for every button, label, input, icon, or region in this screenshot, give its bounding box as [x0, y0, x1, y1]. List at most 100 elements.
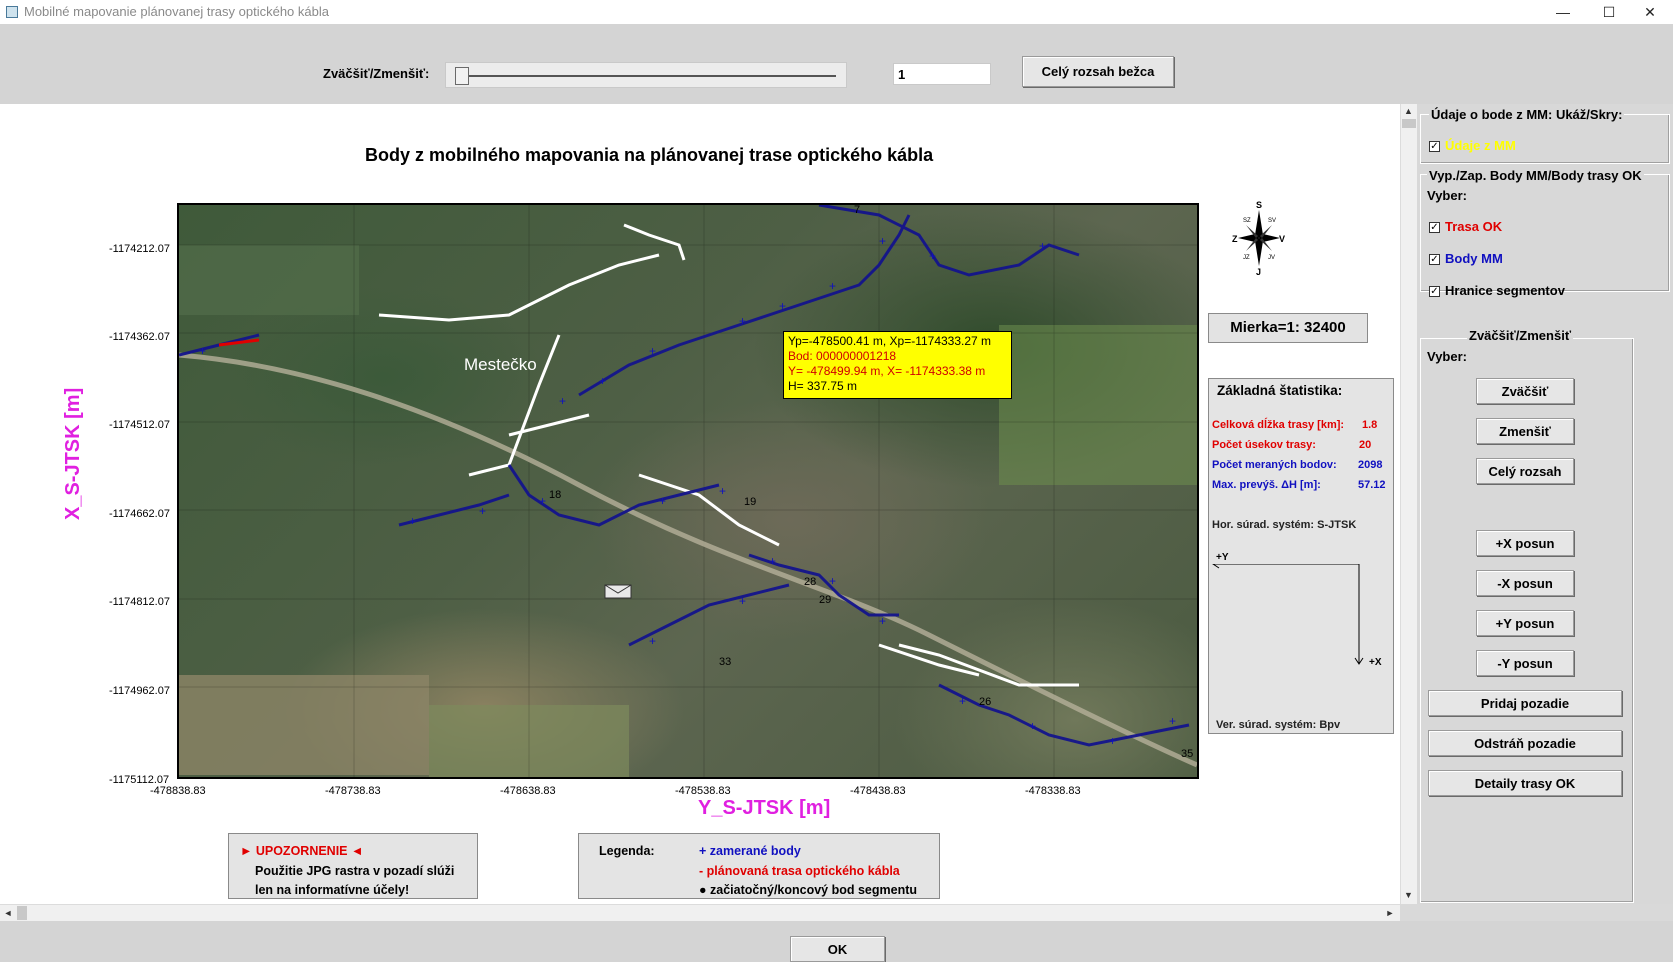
warning-box: ► UPOZORNENIE ◄ Použitie JPG rastra v po…	[228, 833, 478, 899]
stats-segments-label: Počet úsekov trasy:	[1212, 439, 1316, 451]
full-range-button[interactable]: Celý rozsah	[1476, 458, 1574, 484]
svg-text:+: +	[879, 614, 886, 628]
x-axis-label: Y_S-JTSK [m]	[698, 797, 831, 819]
zoom-out-button[interactable]: Zmenšiť	[1476, 418, 1574, 444]
checkbox-mm-data[interactable]: ✓	[1429, 141, 1440, 152]
toggle-select-label: Vyber:	[1427, 188, 1467, 203]
horizontal-scroll-thumb[interactable]	[17, 906, 27, 920]
stats-length-label: Celková dĺžka trasy [km]:	[1212, 419, 1345, 431]
svg-text:+: +	[649, 344, 656, 358]
compass-rose-icon: S J Z V SZ SV JZ JV	[1232, 200, 1286, 276]
svg-text:+: +	[1029, 719, 1036, 733]
compass-north: S	[1256, 200, 1262, 210]
checkbox-mm-data-label: Údaje z MM	[1445, 138, 1516, 153]
svg-text:+: +	[719, 484, 726, 498]
warning-line: len na informatívne účely!	[255, 883, 410, 897]
tooltip-line: Yp=-478500.41 m, Xp=-1174333.27 m	[788, 334, 992, 348]
x-tick: -478438.83	[850, 785, 906, 797]
scroll-up-arrow[interactable]: ▲	[1401, 106, 1416, 116]
stats-points-value: 2098	[1358, 459, 1383, 471]
checkbox-body-mm[interactable]: ✓	[1429, 254, 1440, 265]
vertical-scroll-thumb[interactable]	[1402, 119, 1416, 128]
statistics-panel: Základná štatistika: Celková dĺžka trasy…	[1208, 378, 1394, 734]
route-details-button[interactable]: Detaily trasy OK	[1428, 770, 1622, 796]
svg-text:+: +	[1039, 239, 1046, 253]
legend-title: Legenda:	[599, 844, 655, 858]
zoom-value-input[interactable]	[893, 63, 991, 85]
scroll-right-arrow[interactable]: ►	[1385, 908, 1395, 918]
zoom-select-label: Vyber:	[1427, 349, 1467, 364]
x-tick: -478738.83	[325, 785, 381, 797]
checkbox-body-mm-label: Body MM	[1445, 251, 1503, 266]
point-info-tooltip: Yp=-478500.41 m, Xp=-1174333.27 m Bod: 0…	[783, 331, 1012, 399]
minus-y-shift-button[interactable]: -Y posun	[1476, 650, 1574, 676]
stats-ver-system: Ver. súrad. systém: Bpv	[1216, 719, 1341, 731]
plus-y-shift-button[interactable]: +Y posun	[1476, 610, 1574, 636]
segment-label: 19	[744, 496, 756, 508]
zoom-slider[interactable]	[445, 62, 847, 88]
svg-text:+: +	[739, 594, 746, 608]
point-data-title: Údaje o bode z MM: Ukáž/Skry:	[1429, 107, 1625, 122]
app-icon	[6, 6, 18, 18]
axis-x-label: +X	[1369, 657, 1382, 668]
y-tick: -1174962.07	[109, 685, 170, 697]
vertical-scrollbar[interactable]: ▲ ▼	[1400, 104, 1417, 904]
maximize-button[interactable]: ☐	[1586, 0, 1632, 24]
add-background-button[interactable]: Pridaj pozadie	[1428, 690, 1622, 716]
warning-title: ► UPOZORNENIE ◄	[240, 844, 364, 858]
segment-label: 29	[819, 594, 831, 606]
plot-title: Body z mobilného mapovania na plánovanej…	[365, 145, 934, 165]
minus-x-shift-button[interactable]: -X posun	[1476, 570, 1574, 596]
svg-text:+: +	[559, 394, 566, 408]
tooltip-line: H= 337.75 m	[788, 379, 858, 393]
map-plot-area[interactable]: + + + + + + + + + + + + + + + + + + + + + + + + Mestečko…	[177, 203, 1199, 779]
x-tick: -478638.83	[500, 785, 556, 797]
minimize-button[interactable]: —	[1540, 0, 1586, 24]
segment-label: 18	[549, 489, 561, 501]
horizontal-scrollbar[interactable]: ◄ ►	[0, 904, 1400, 921]
axis-diagram	[1212, 564, 1364, 665]
y-tick: -1174662.07	[109, 508, 170, 520]
svg-text:+: +	[959, 694, 966, 708]
legend-item-segment: ● začiatočný/koncový bod segmentu	[699, 883, 918, 897]
compass-sw: JZ	[1243, 255, 1250, 261]
toggle-title: Vyp./Zap. Body MM/Body trasy OK	[1427, 168, 1644, 183]
checkbox-hranice[interactable]: ✓	[1429, 286, 1440, 297]
svg-text:+: +	[1169, 714, 1176, 728]
window-title: Mobilné mapovanie plánovanej trasy optic…	[24, 4, 329, 19]
full-range-slider-button[interactable]: Celý rozsah bežca	[1022, 56, 1174, 87]
map-overlay: + + + + + + + + + + + + + + + + + + + + + + + + Mestečko…	[179, 205, 1197, 777]
scroll-left-arrow[interactable]: ◄	[3, 908, 13, 918]
route-lines-white	[378, 223, 1079, 687]
zoom-in-button[interactable]: Zväčšiť	[1476, 378, 1574, 404]
checkbox-trasa-ok-label: Trasa OK	[1445, 219, 1503, 234]
plus-x-shift-button[interactable]: +X posun	[1476, 530, 1574, 556]
svg-text:+: +	[199, 344, 206, 358]
segment-label: 33	[719, 656, 731, 668]
compass-ne: SV	[1268, 218, 1276, 224]
y-tick: -1174362.07	[109, 331, 170, 343]
checkbox-trasa-ok[interactable]: ✓	[1429, 222, 1440, 233]
slider-track	[460, 75, 836, 77]
compass-south: J	[1256, 267, 1261, 276]
y-tick: -1174812.07	[109, 596, 170, 608]
close-button[interactable]: ✕	[1627, 0, 1673, 24]
control-panel: Údaje o bode z MM: Ukáž/Skry: ✓ Údaje z …	[1417, 104, 1673, 904]
warning-line: Použitie JPG rastra v pozadí slúži	[255, 864, 455, 878]
checkbox-hranice-label: Hranice segmentov	[1445, 283, 1565, 298]
slider-thumb[interactable]	[455, 67, 469, 85]
axis-y-label: +Y	[1216, 552, 1229, 563]
remove-background-button[interactable]: Odstráň pozadie	[1428, 730, 1622, 756]
y-axis-label: X_S-JTSK [m]	[62, 387, 84, 520]
svg-text:+: +	[879, 234, 886, 248]
ok-button[interactable]: OK	[790, 936, 885, 962]
title-bar: Mobilné mapovanie plánovanej trasy optic…	[0, 0, 1673, 24]
svg-text:+: +	[659, 494, 666, 508]
x-tick: -478838.83	[150, 785, 206, 797]
stats-length-value: 1.8	[1362, 419, 1378, 431]
scroll-down-arrow[interactable]: ▼	[1401, 890, 1416, 900]
svg-text:+: +	[769, 554, 776, 568]
svg-text:+: +	[409, 514, 416, 528]
stats-segments-value: 20	[1359, 439, 1372, 451]
field-patch	[999, 325, 1197, 485]
